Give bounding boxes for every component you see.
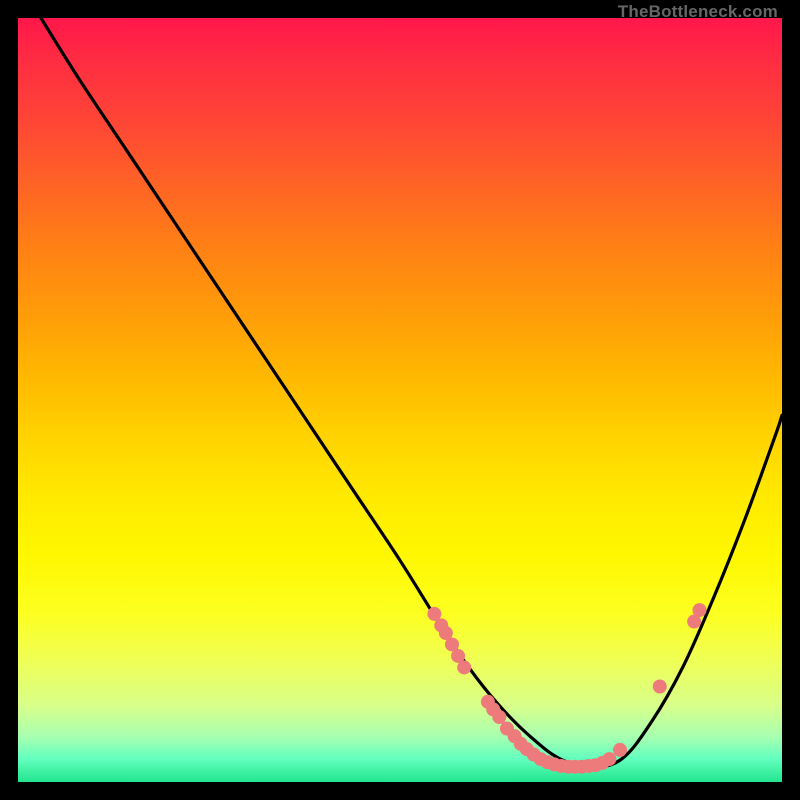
curve-group <box>41 18 782 767</box>
data-point-marker <box>613 743 627 757</box>
marker-group <box>427 603 706 774</box>
chart-frame: TheBottleneck.com <box>18 18 782 782</box>
bottleneck-curve <box>41 18 782 767</box>
data-point-marker <box>692 603 706 617</box>
data-point-marker <box>492 710 506 724</box>
data-point-marker <box>602 752 616 766</box>
plot-area <box>18 18 782 782</box>
data-point-marker <box>653 680 667 694</box>
data-point-marker <box>457 660 471 674</box>
chart-svg <box>18 18 782 782</box>
